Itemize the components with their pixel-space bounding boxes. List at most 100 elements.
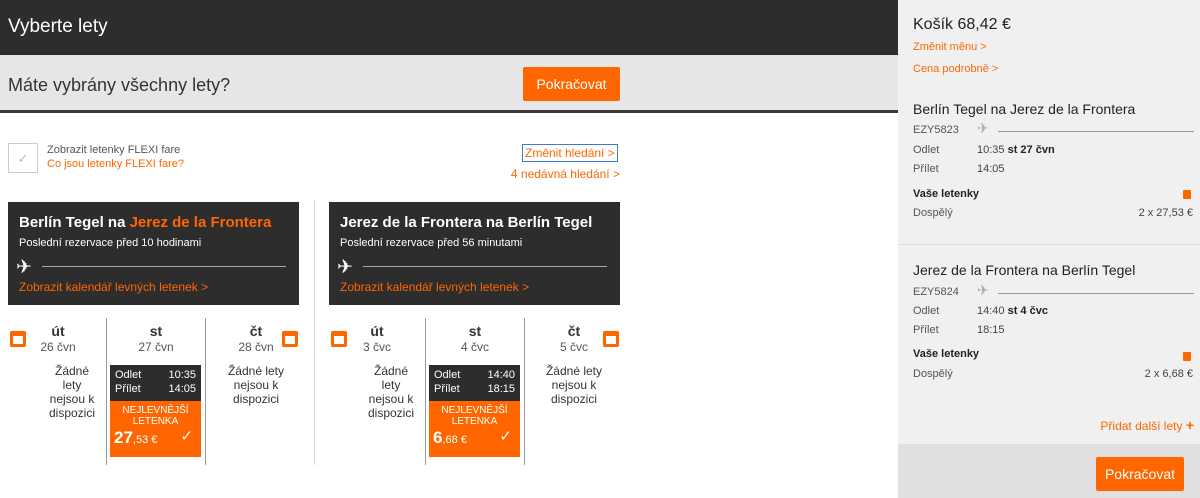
continue-button-cart[interactable]: Pokračovat [1096,457,1184,491]
route-line [42,266,286,267]
add-more-flights-link[interactable]: Přidat další lety + [1100,417,1194,433]
inbound-recent-booking: Poslední rezervace před 56 minutami [340,237,523,249]
trash-icon[interactable] [1183,352,1191,361]
change-currency-link[interactable]: Změnit měnu > [913,41,987,53]
inbound-route-card: Jerez de la Frontera na Berlín Tegel Pos… [329,202,620,305]
price-detail-link[interactable]: Cena podrobně > [913,63,998,75]
check-icon: ✓ [17,151,29,166]
day-name: čt [567,323,581,339]
outbound-route-title: Berlín Tegel na Jerez de la Frontera [19,214,271,231]
arrival-label: Přílet [913,163,939,175]
departure-time: 14:40 [487,369,515,381]
outbound-day-selected[interactable]: st 27 čvn Odlet 10:35 Přílet 14:05 NEJLE… [106,318,206,465]
fare-price: 6,68 € [433,429,467,446]
flexi-label: Zobrazit letenky FLEXI fare [47,144,181,156]
outbound-route-card: Berlín Tegel na Jerez de la Frontera Pos… [8,202,299,305]
day-name: st [149,323,163,339]
day-name: út [51,323,65,339]
passenger-type: Dospělý [913,207,953,219]
plus-icon: + [1185,417,1194,433]
cheapest-fare-box[interactable]: NEJLEVNĚJŠÍ LETENKA 27,53 € ✓ [110,401,201,457]
plane-icon: ✈ [16,257,32,278]
plane-icon: ✈ [337,257,353,278]
outbound-origin: Berlín Tegel na [19,214,130,231]
segment-title: Jerez de la Frontera na Berlín Tegel [913,262,1136,278]
inbound-day-prev[interactable]: út 3 čvc Žádné lety nejsou k dispozici [327,318,427,465]
segment-amount: 2 x 6,68 € [1144,368,1193,380]
cheapest-label: NEJLEVNĚJŠÍ LETENKA [122,405,189,427]
departure-time: 10:35 [977,144,1005,156]
no-flights-text: Žádné lety nejsou k dispozici [367,364,415,420]
plane-icon: ✈ [977,282,989,298]
flexi-checkbox[interactable]: ✓ [8,143,38,173]
flight-number: EZY5823 [913,124,959,136]
departure-label: Odlet [115,369,142,381]
outbound-calendar-link[interactable]: Zobrazit kalendář levných letenek > [19,280,208,294]
cheapest-label: NEJLEVNĚJŠÍ LETENKA [441,405,508,427]
price-decimal: ,53 € [132,434,158,446]
recent-searches-link[interactable]: 4 nedávná hledání > [511,167,620,181]
day-date: 26 čvn [40,340,76,354]
flight-option[interactable]: Odlet 10:35 Přílet 14:05 NEJLEVNĚJŠÍ LET… [110,365,201,457]
trash-icon[interactable] [1183,190,1191,199]
continue-button-top[interactable]: Pokračovat [523,67,620,101]
cheapest-fare-box[interactable]: NEJLEVNĚJŠÍ LETENKA 6,68 € ✓ [429,401,520,457]
plane-icon: ✈ [977,120,989,136]
day-date: 5 čvc [559,340,588,354]
flexi-info-link[interactable]: Co jsou letenky FLEXI fare? [47,158,184,170]
cart-sidebar: Košík 68,42 € Změnit měnu > Cena podrobn… [898,0,1200,498]
add-more-label: Přidat další lety [1100,419,1183,433]
page-title: Vyberte lety [8,16,108,37]
outbound-recent-booking: Poslední rezervace před 10 hodinami [19,237,202,249]
arrival-label: Přílet [913,324,939,336]
departure-label: Odlet [913,144,940,156]
inbound-day-selected[interactable]: st 4 čvc Odlet 14:40 Přílet 18:15 NEJLEV… [425,318,525,465]
arrival-time: 14:05 [977,163,1005,175]
column-divider [314,200,315,465]
tickets-label: Vaše letenky [913,188,980,200]
departure-info: 10:35 st 27 čvn [977,144,1055,156]
departure-label: Odlet [913,305,940,317]
sidebar-footer: Pokračovat [898,444,1200,498]
arrival-time: 18:15 [977,324,1005,336]
day-date: 27 čvn [138,340,174,354]
cart-total: Košík 68,42 € [913,16,1011,33]
route-line [363,266,607,267]
inbound-calendar-link[interactable]: Zobrazit kalendář levných letenek > [340,280,529,294]
arrival-label: Přílet [115,383,141,395]
arrival-time: 14:05 [168,383,196,395]
segment-divider [898,244,1200,245]
departure-date: st 4 čvc [1007,305,1048,317]
question-text: Máte vybrány všechny lety? [8,75,231,95]
tickets-label: Vaše letenky [913,348,980,360]
departure-label: Odlet [434,369,461,381]
price-main: 27 [114,428,133,447]
departure-time: 10:35 [168,369,196,381]
day-name: út [370,323,384,339]
outbound-day-prev[interactable]: út 26 čvn Žádné lety nejsou k dispozici [8,318,108,465]
departure-date: st 27 čvn [1007,144,1055,156]
inbound-day-next[interactable]: čt 5 čvc Žádné lety nejsou k dispozici [524,318,624,465]
question-bar: Máte vybrány všechny lety? Pokračovat [0,55,898,113]
check-icon: ✓ [499,428,512,445]
outbound-day-next[interactable]: čt 28 čvn Žádné lety nejsou k dispozici [206,318,306,465]
passenger-type: Dospělý [913,368,953,380]
fare-price: 27,53 € [114,429,158,446]
arrival-time: 18:15 [487,383,515,395]
main-panel: Vyberte lety Máte vybrány všechny lety? … [0,0,898,498]
segment-title: Berlín Tegel na Jerez de la Frontera [913,101,1136,117]
change-search-link[interactable]: Změnit hledání > [522,144,618,162]
day-name: čt [249,323,263,339]
header-bar: Vyberte lety [0,0,898,55]
day-date: 3 čvc [362,340,391,354]
route-line [998,131,1194,132]
no-flights-text: Žádné lety nejsou k dispozici [48,364,96,420]
departure-info: 14:40 st 4 čvc [977,305,1048,317]
segment-amount: 2 x 27,53 € [1138,207,1193,219]
flight-option[interactable]: Odlet 14:40 Přílet 18:15 NEJLEVNĚJŠÍ LET… [429,365,520,457]
outbound-destination: Jerez de la Frontera [129,214,272,231]
day-date: 28 čvn [238,340,274,354]
check-icon: ✓ [180,428,193,445]
route-line [998,293,1194,294]
day-date: 4 čvc [460,340,489,354]
